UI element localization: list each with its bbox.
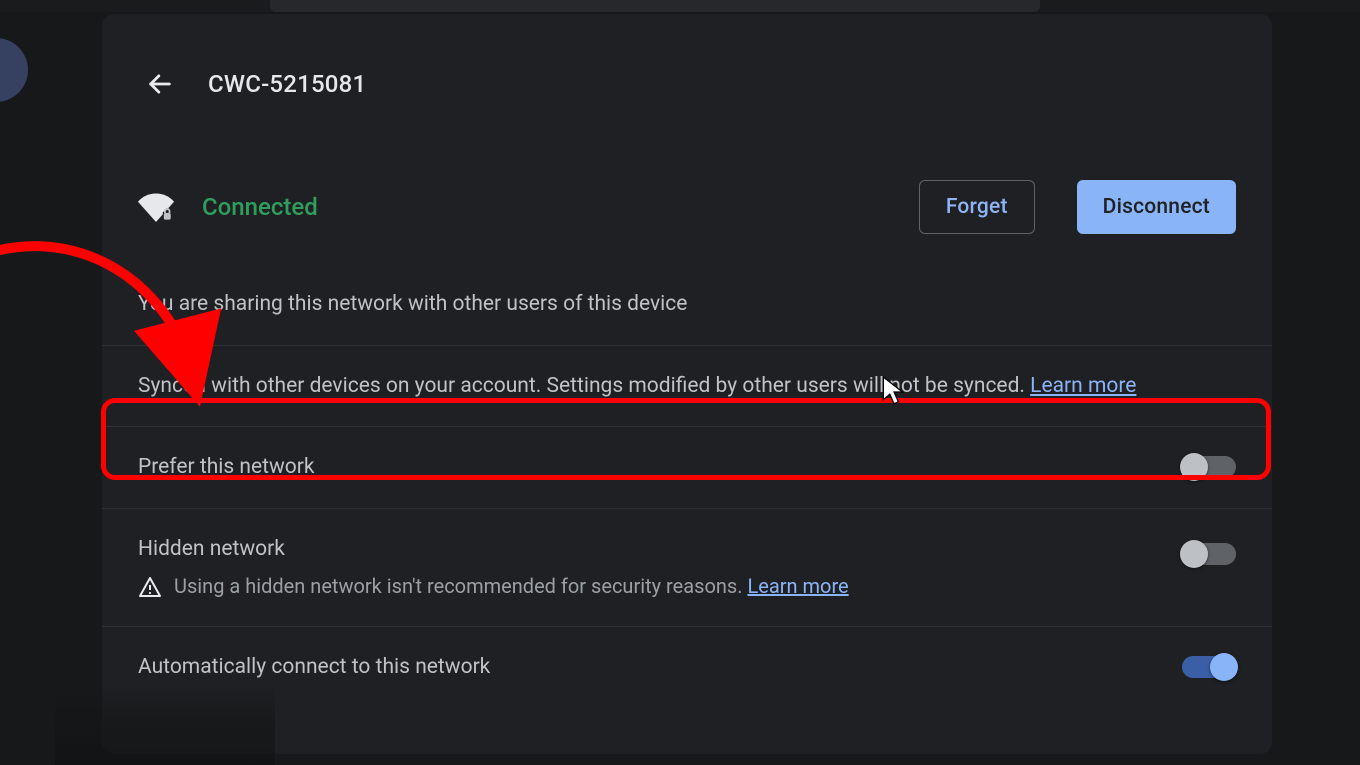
auto-connect-toggle[interactable] (1182, 656, 1236, 678)
panel-header: CWC-5215081 (102, 14, 1272, 106)
hidden-network-toggle[interactable] (1182, 543, 1236, 565)
search-bar-placeholder[interactable] (270, 0, 1040, 12)
hidden-network-text-block: Hidden network Using a hidden network is… (138, 533, 1182, 603)
sync-learn-more-link[interactable]: Learn more (1030, 374, 1136, 398)
wifi-secure-icon (138, 189, 174, 225)
disconnect-button[interactable]: Disconnect (1077, 180, 1236, 234)
prefer-network-row[interactable]: Prefer this network (102, 426, 1272, 508)
settings-rows: You are sharing this network with other … (102, 280, 1272, 708)
arrow-left-icon (146, 70, 174, 98)
hidden-network-warning-text: Using a hidden network isn't recommended… (174, 574, 747, 598)
sync-info-text-content: Synced with other devices on your accoun… (138, 374, 1030, 398)
crop-artifact (55, 685, 275, 765)
sharing-info-text: You are sharing this network with other … (138, 288, 1236, 321)
forget-button[interactable]: Forget (919, 180, 1035, 234)
sharing-info-row: You are sharing this network with other … (102, 280, 1272, 345)
auto-connect-label: Automatically connect to this network (138, 651, 1182, 684)
avatar[interactable] (0, 38, 28, 102)
connection-status-row: Connected Forget Disconnect (102, 180, 1272, 234)
auto-connect-row[interactable]: Automatically connect to this network (102, 626, 1272, 708)
prefer-network-toggle[interactable] (1182, 456, 1236, 478)
page-title: CWC-5215081 (208, 70, 366, 98)
hidden-network-row[interactable]: Hidden network Using a hidden network is… (102, 508, 1272, 627)
sync-info-row: Synced with other devices on your accoun… (102, 345, 1272, 427)
warning-icon (138, 575, 162, 599)
prefer-network-label: Prefer this network (138, 451, 1182, 484)
back-button[interactable] (138, 62, 182, 106)
sync-info-text: Synced with other devices on your accoun… (138, 370, 1236, 403)
hidden-network-label: Hidden network (138, 533, 1182, 566)
hidden-network-subtext: Using a hidden network isn't recommended… (138, 571, 1182, 602)
network-settings-panel: CWC-5215081 Connected Forget Disconnect … (102, 14, 1272, 754)
connection-status-label: Connected (202, 193, 318, 221)
hidden-learn-more-link[interactable]: Learn more (747, 574, 848, 598)
